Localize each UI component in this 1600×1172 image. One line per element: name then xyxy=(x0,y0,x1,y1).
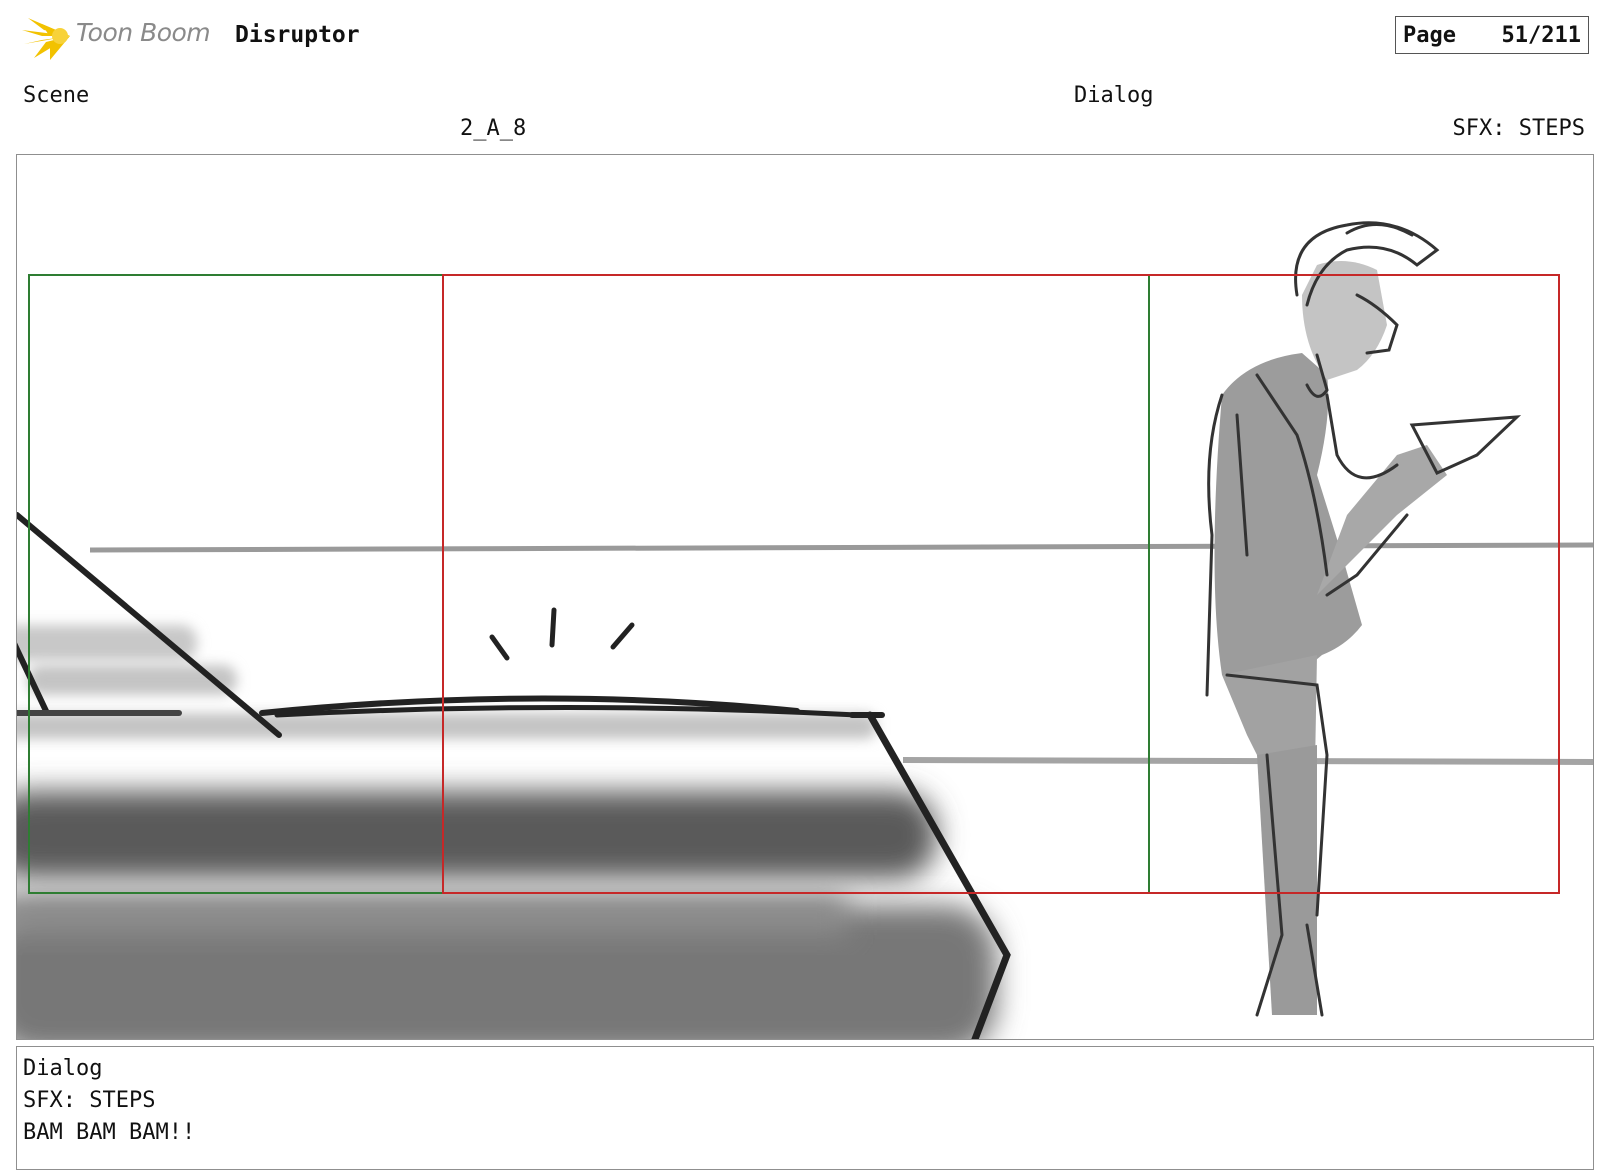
background-line-lower xyxy=(902,757,1593,765)
notes-line-sfx: SFX: STEPS xyxy=(23,1088,156,1113)
notes-title: Dialog xyxy=(23,1056,103,1081)
character-sketch xyxy=(1205,221,1522,1017)
page-label: Page xyxy=(1403,22,1456,48)
storyboard-panel[interactable] xyxy=(16,154,1594,1040)
car-shading xyxy=(17,625,997,1039)
background-line-upper xyxy=(89,542,1593,553)
page-number: 51/211 xyxy=(1501,22,1581,48)
dialog-label: Dialog xyxy=(1074,83,1154,108)
page-indicator: Page 51/211 xyxy=(1395,16,1589,54)
brand-name: Toon Boom xyxy=(76,18,211,47)
dialog-notes[interactable]: Dialog SFX: STEPS BAM BAM BAM!! xyxy=(16,1046,1594,1170)
project-title: Disruptor xyxy=(235,22,360,48)
scene-label: Scene xyxy=(23,83,90,108)
scene-value: 2_A_8 xyxy=(460,116,527,141)
panel-drawing xyxy=(17,221,1593,1039)
toon-boom-logo-icon xyxy=(22,18,70,60)
dialog-value: SFX: STEPS xyxy=(1452,116,1585,141)
notes-line-bam: BAM BAM BAM!! xyxy=(23,1120,196,1145)
